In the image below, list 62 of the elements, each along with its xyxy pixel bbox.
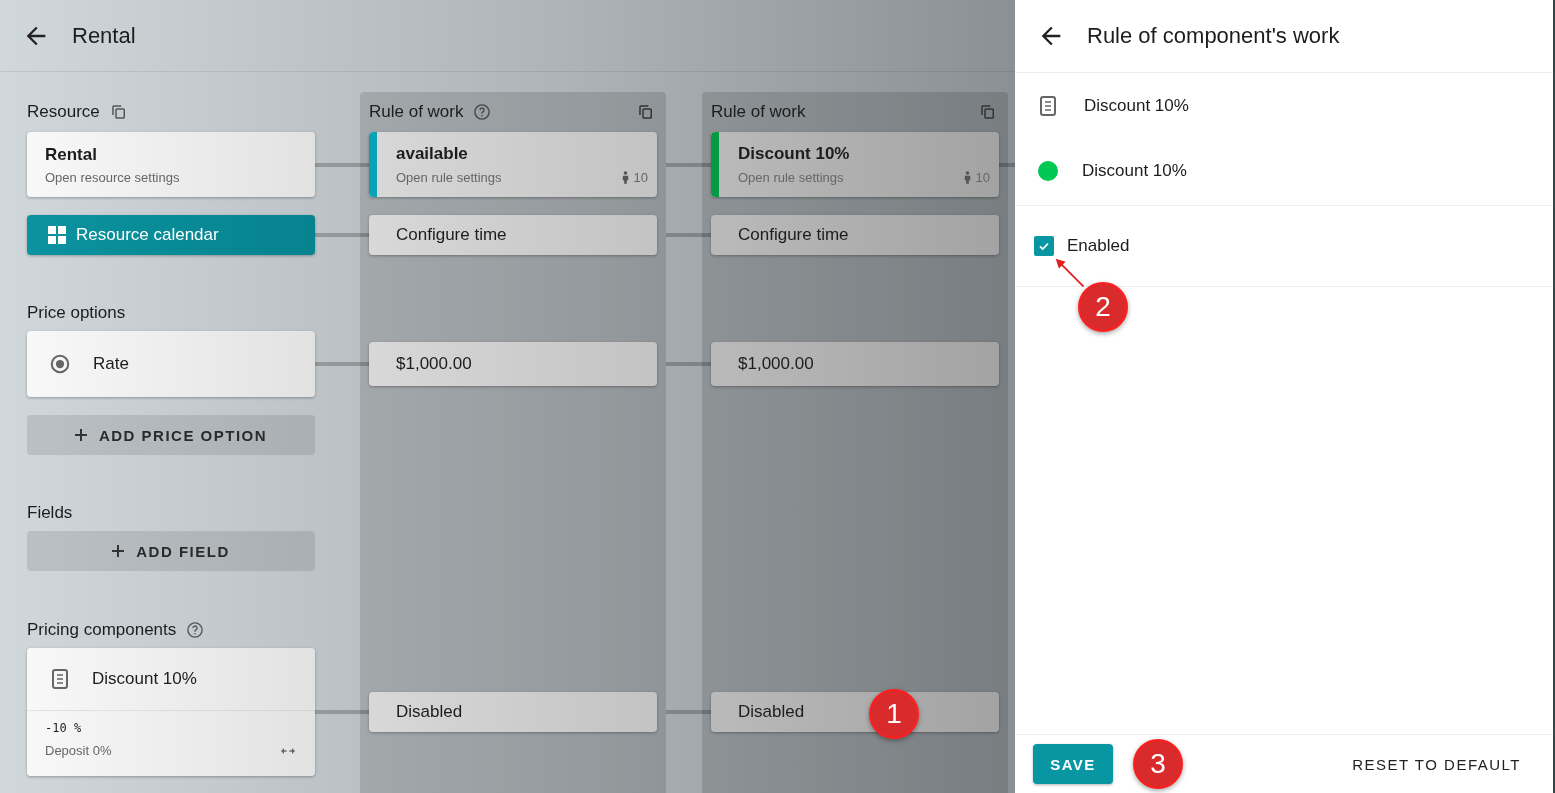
person-icon <box>962 171 972 184</box>
rule-subtitle: Open rule settings <box>738 170 844 185</box>
component-rule-card[interactable]: Disabled <box>369 692 657 732</box>
price-value: $1,000.00 <box>737 354 814 374</box>
capacity-count: 10 <box>633 170 648 185</box>
annotation-marker: 3 <box>1133 739 1183 789</box>
component-status: Disabled <box>737 702 805 722</box>
capacity-count: 10 <box>975 170 990 185</box>
resource-title: Rental <box>45 144 98 165</box>
help-icon[interactable] <box>186 621 205 639</box>
copy-icon[interactable] <box>637 103 655 121</box>
column-title: Rule of work <box>711 102 806 122</box>
section-label: Fields <box>27 503 73 523</box>
resource-subtitle: Open resource settings <box>45 169 181 185</box>
price-option-label: Rate <box>93 354 129 374</box>
configure-time-label: Configure time <box>395 225 507 245</box>
copy-icon[interactable] <box>979 103 997 121</box>
radio-button[interactable] <box>49 353 71 375</box>
price-card[interactable]: $1,000.00 <box>711 342 999 386</box>
rule-title: Discount 10% <box>738 144 851 164</box>
price-option-card[interactable]: Rate <box>27 331 315 397</box>
help-icon[interactable] <box>473 103 492 121</box>
column-title: Rule of work <box>369 102 464 122</box>
double-arrow-icon <box>281 747 295 754</box>
annotation-marker: 2 <box>1078 282 1128 332</box>
rule-subtitle: Open rule settings <box>396 170 502 185</box>
reset-to-default-button[interactable]: RESET TO DEFAULT <box>1346 754 1527 774</box>
grid-icon <box>48 226 66 244</box>
plus-icon <box>112 545 125 557</box>
deposit-text: Deposit 0% <box>45 743 112 758</box>
plus-icon <box>74 429 87 441</box>
checkbox[interactable] <box>1034 236 1054 256</box>
section-label: Price options <box>27 303 126 323</box>
section-label: Pricing components <box>27 620 177 640</box>
price-value: $1,000.00 <box>395 354 472 374</box>
save-button[interactable]: SAVE <box>1033 744 1113 784</box>
section-label: Resource <box>27 102 100 122</box>
person-icon <box>620 171 630 184</box>
enabled-checkbox[interactable]: Enabled <box>1034 236 1130 256</box>
resource-calendar-button[interactable]: Resource calendar <box>27 215 315 255</box>
rule-card[interactable]: available Open rule settings 10 <box>369 132 657 197</box>
resource-card[interactable]: Rental Open resource settings <box>27 132 315 197</box>
copy-icon[interactable] <box>109 103 128 121</box>
component-value: -10 % <box>45 721 83 735</box>
document-icon <box>52 669 68 689</box>
component-name: Discount 10% <box>1084 95 1189 116</box>
rule-title: available <box>396 144 469 164</box>
add-field-button[interactable]: ADD FIELD <box>27 531 315 571</box>
price-card[interactable]: $1,000.00 <box>369 342 657 386</box>
add-price-option-button[interactable]: ADD PRICE OPTION <box>27 415 315 455</box>
rule-name: Discount 10% <box>1082 160 1187 181</box>
pricing-component-card[interactable]: Discount 10% -10 % Deposit 0% <box>27 648 315 776</box>
annotation-marker-overlay: 1 <box>869 689 919 739</box>
page-title: Rental <box>72 22 136 49</box>
rule-card[interactable]: Discount 10% Open rule settings 10 <box>711 132 999 197</box>
configure-time-label: Configure time <box>737 225 849 245</box>
configure-time-card[interactable]: Configure time <box>711 215 999 255</box>
component-title: Discount 10% <box>92 669 197 689</box>
panel-title: Rule of component's work <box>1087 23 1340 49</box>
document-icon <box>1040 95 1056 116</box>
configure-time-card[interactable]: Configure time <box>369 215 657 255</box>
component-status: Disabled <box>395 702 463 722</box>
